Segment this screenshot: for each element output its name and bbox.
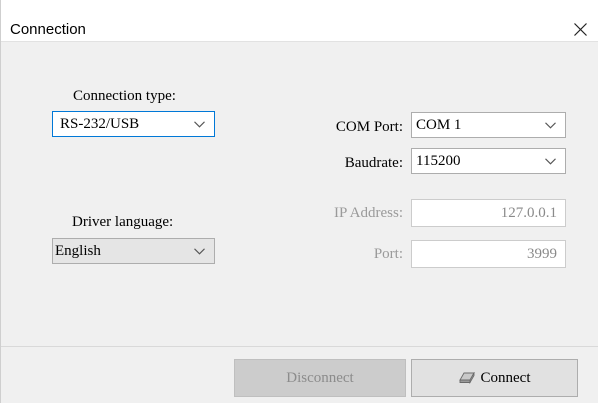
driver-language-label: Driver language:: [72, 214, 174, 230]
port-label: Port:: [373, 246, 403, 262]
connection-type-label: Connection type:: [73, 88, 176, 104]
ip-address-field[interactable]: 127.0.0.1: [411, 199, 566, 227]
disconnect-button[interactable]: Disconnect: [234, 359, 406, 397]
baudrate-value: 115200: [416, 153, 461, 169]
connect-button-label: Connect: [480, 370, 531, 386]
port-value: 3999: [527, 246, 557, 262]
connection-type-select[interactable]: RS-232/USB: [52, 111, 215, 137]
ip-address-value: 127.0.0.1: [500, 205, 557, 221]
chevron-down-icon: [194, 248, 205, 255]
close-button[interactable]: [561, 14, 598, 44]
footer-divider: [1, 346, 598, 347]
connection-type-value: RS-232/USB: [60, 116, 140, 132]
driver-language-value: English: [55, 243, 101, 259]
chevron-down-icon: [545, 158, 556, 165]
baudrate-label: Baudrate:: [344, 155, 403, 171]
driver-language-select[interactable]: English: [52, 238, 215, 264]
com-port-label: COM Port:: [335, 119, 403, 135]
ip-address-label: IP Address:: [333, 205, 403, 221]
chevron-down-icon: [194, 121, 205, 128]
connection-dialog: Connection Connection type: RS-232/USB D…: [0, 0, 598, 403]
com-port-select[interactable]: COM 1: [411, 112, 566, 138]
title-bar: Connection: [1, 0, 598, 42]
com-port-value: COM 1: [416, 117, 462, 133]
port-field[interactable]: 3999: [411, 240, 566, 268]
close-icon: [574, 23, 587, 36]
eraser-icon: [458, 372, 475, 384]
baudrate-select[interactable]: 115200: [411, 148, 566, 174]
connect-button[interactable]: Connect: [411, 359, 578, 397]
chevron-down-icon: [545, 122, 556, 129]
window-title: Connection: [10, 21, 86, 38]
disconnect-button-label: Disconnect: [286, 370, 354, 386]
